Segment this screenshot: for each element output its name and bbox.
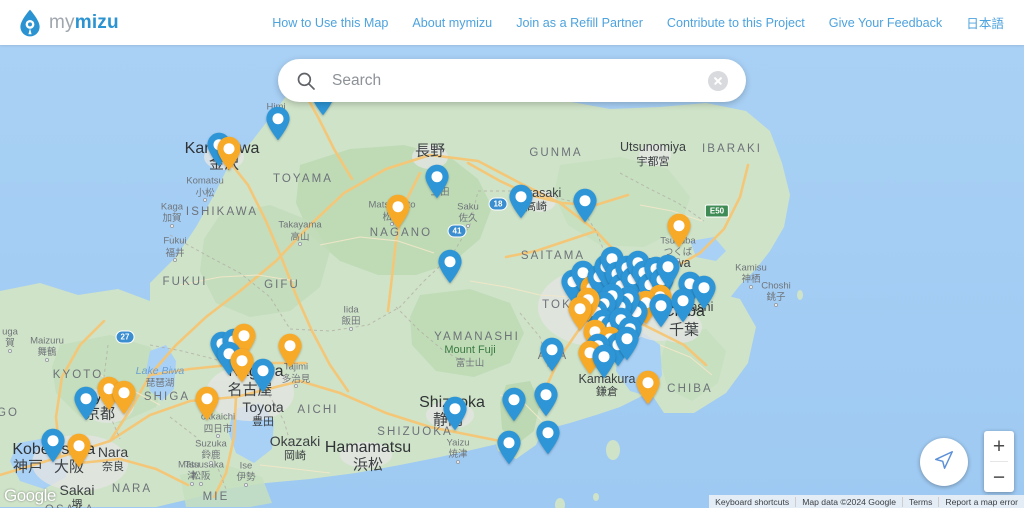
map-poi-dot [294, 384, 298, 388]
nav-link-give-your-feedback[interactable]: Give Your Feedback [829, 16, 942, 30]
map-poi-dot [466, 224, 470, 228]
map-marker-orange[interactable] [385, 194, 411, 229]
mymizu-logo[interactable]: mymizu [18, 9, 119, 37]
map-marker-blue[interactable] [591, 344, 617, 379]
map-poi-dot [45, 358, 49, 362]
map-poi-dot [749, 285, 753, 289]
map-poi-dot [190, 482, 194, 486]
map-marker-blue[interactable] [424, 164, 450, 199]
nav-link-about-mymizu[interactable]: About mymizu [412, 16, 492, 30]
map-attribution-bar: Keyboard shortcuts Map data ©2024 Google… [709, 495, 1024, 508]
map-marker-blue[interactable] [496, 430, 522, 465]
map-marker-blue[interactable] [614, 326, 640, 361]
map-marker-orange[interactable] [277, 333, 303, 368]
map-marker-orange[interactable] [111, 380, 137, 415]
route-shield: 27 [115, 330, 135, 344]
app-header: mymizu How to Use this Map About mymizu … [0, 0, 1024, 45]
map-marker-blue[interactable] [501, 387, 527, 422]
clear-search-icon[interactable] [708, 70, 728, 91]
nav-link-how-to-use-this-map[interactable]: How to Use this Map [272, 16, 388, 30]
map-marker-blue[interactable] [533, 382, 559, 417]
map-marker-blue[interactable] [250, 358, 276, 393]
keyboard-shortcuts-label[interactable]: Keyboard shortcuts [709, 497, 795, 507]
navigation-arrow-icon [933, 449, 955, 476]
map-poi-dot [170, 224, 174, 228]
main-nav: How to Use this Map About mymizu Join as… [272, 13, 1004, 32]
brand-wordmark: mymizu [49, 12, 119, 34]
map-poi-dot [8, 349, 12, 353]
map-marker-blue[interactable] [437, 249, 463, 284]
water-drop-pin-icon [18, 9, 42, 37]
map-poi-dot [244, 483, 248, 487]
brand-suffix: mizu [74, 11, 119, 33]
map-marker-orange[interactable] [66, 433, 92, 468]
map-poi-dot [199, 482, 203, 486]
zoom-in-button[interactable]: + [984, 431, 1014, 461]
map-marker-blue[interactable] [535, 420, 561, 455]
my-location-button[interactable] [920, 438, 968, 486]
terms-link[interactable]: Terms [901, 496, 938, 507]
nav-link-join-as-a-refill-partner[interactable]: Join as a Refill Partner [516, 16, 643, 30]
search-input[interactable] [332, 71, 698, 90]
zoom-controls: + − [984, 431, 1014, 492]
search-bar[interactable] [278, 59, 746, 102]
map-poi-dot [774, 303, 778, 307]
map-poi-dot [209, 461, 213, 465]
route-shield: 41 [447, 224, 467, 238]
report-map-error-link[interactable]: Report a map error [938, 496, 1024, 507]
map-poi-dot [173, 258, 177, 262]
map-marker-blue[interactable] [539, 337, 565, 372]
map-poi-dot [456, 460, 460, 464]
route-shield: 18 [488, 197, 508, 211]
map-poi-dot [349, 327, 353, 331]
route-shield: E50 [704, 204, 730, 218]
map-marker-blue[interactable] [670, 288, 696, 323]
map-marker-orange[interactable] [216, 136, 242, 171]
map-marker-blue[interactable] [265, 106, 291, 141]
nav-link-language-japanese[interactable]: 日本語 [966, 13, 1004, 32]
map-marker-blue[interactable] [40, 428, 66, 463]
map-marker-blue[interactable] [572, 188, 598, 223]
brand-prefix: my [49, 11, 75, 33]
map-marker-blue[interactable] [508, 184, 534, 219]
map-marker-orange[interactable] [666, 213, 692, 248]
map-poi-dot [203, 198, 207, 202]
map-marker-blue[interactable] [442, 396, 468, 431]
map-poi-dot [298, 242, 302, 246]
map-poi-dot [216, 434, 220, 438]
map-marker-orange[interactable] [635, 370, 661, 405]
zoom-out-button[interactable]: − [984, 462, 1014, 492]
map-marker-orange[interactable] [194, 386, 220, 421]
search-icon [296, 71, 316, 91]
nav-link-contribute-to-this-project[interactable]: Contribute to this Project [667, 16, 805, 30]
map-data-copyright: Map data ©2024 Google [795, 496, 902, 507]
map-canvas[interactable]: TOYAMA ISHIKAWA FUKUI GIFU NAGANO GUNMA IBARAK… [0, 45, 1024, 508]
